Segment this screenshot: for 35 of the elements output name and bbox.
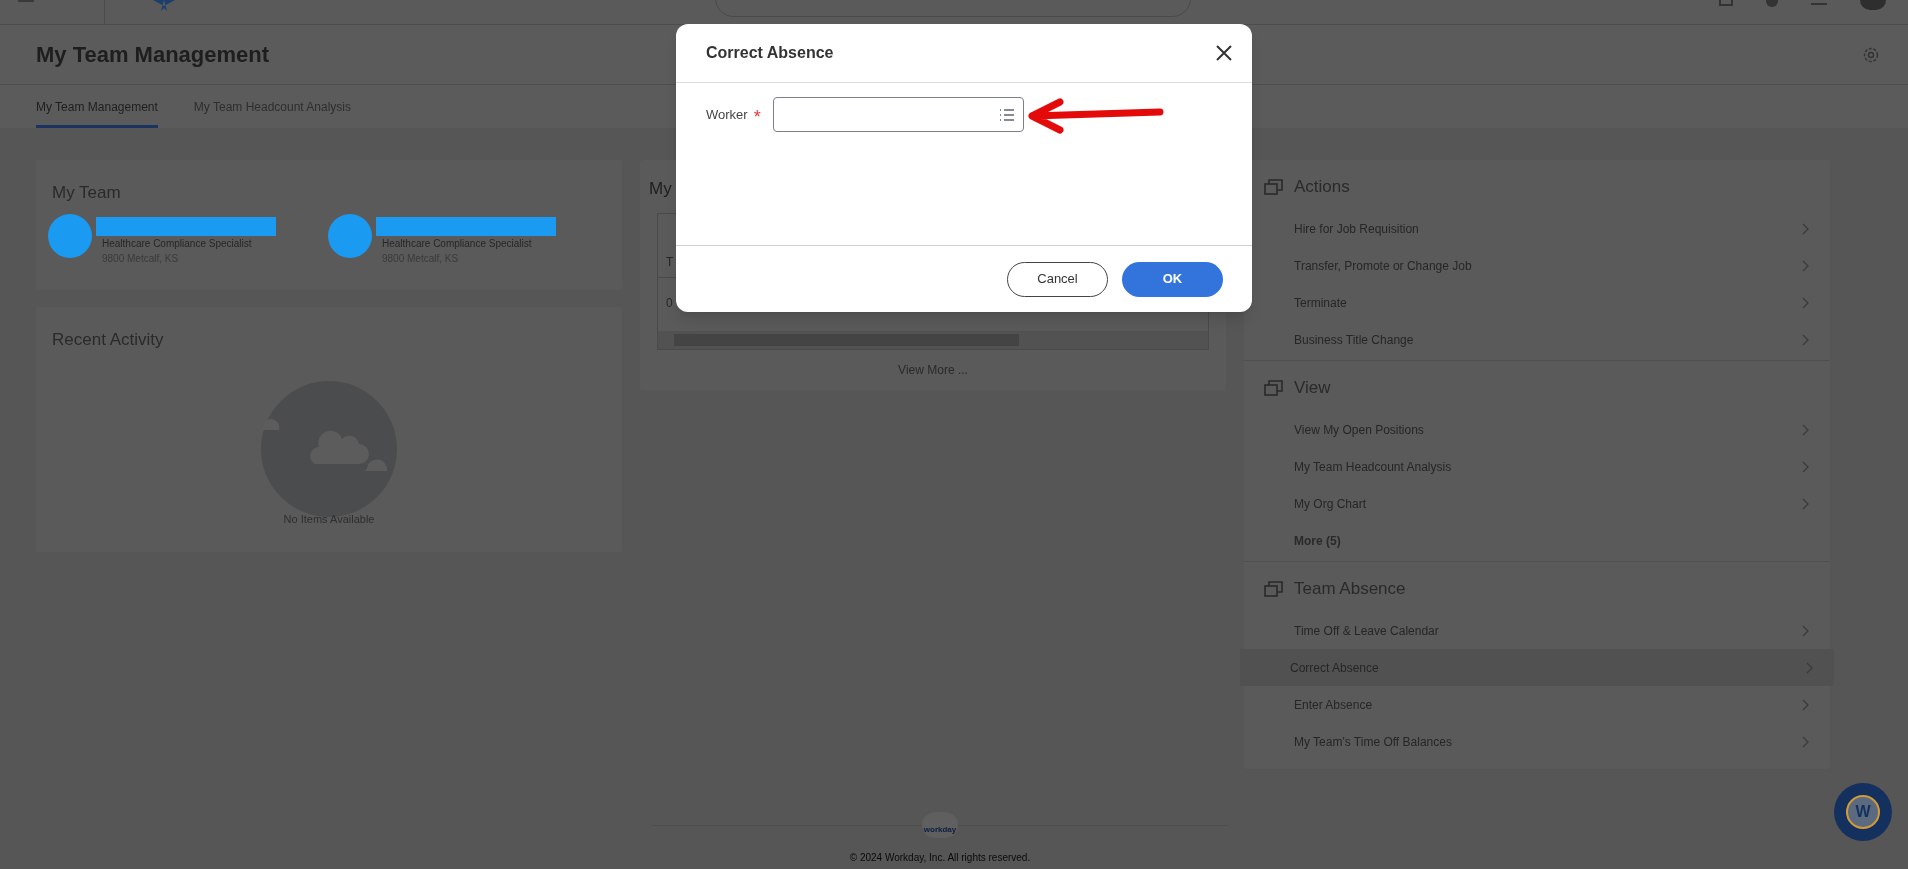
chevron-right-icon bbox=[1802, 222, 1810, 235]
inbox-icon[interactable] bbox=[1719, 0, 1733, 6]
page-title: My Team Management bbox=[36, 41, 270, 69]
chevron-right-icon bbox=[1802, 423, 1810, 436]
apps-icon[interactable] bbox=[1811, 0, 1827, 5]
chevron-right-icon bbox=[1802, 698, 1810, 711]
close-icon[interactable] bbox=[1216, 45, 1232, 61]
star-logo-icon[interactable] bbox=[153, 0, 175, 11]
list-icon[interactable] bbox=[998, 108, 1015, 121]
card-title: My bbox=[648, 178, 673, 200]
chevron-right-icon bbox=[1802, 460, 1810, 473]
ok-button[interactable]: OK bbox=[1122, 261, 1223, 297]
cancel-button[interactable]: Cancel bbox=[1007, 261, 1108, 297]
windows-icon bbox=[1264, 380, 1283, 396]
chevron-right-icon bbox=[1802, 497, 1810, 510]
chevron-right-icon bbox=[1802, 296, 1810, 309]
dialog-title: Correct Absence bbox=[706, 43, 834, 63]
tab[interactable]: My Team Management bbox=[36, 85, 158, 128]
avatar[interactable] bbox=[48, 213, 92, 258]
settings-icon[interactable] bbox=[1862, 45, 1880, 64]
chat-button[interactable]: W bbox=[1834, 783, 1892, 841]
worker-input-field[interactable] bbox=[772, 97, 1024, 132]
chevron-right-icon bbox=[1802, 735, 1810, 748]
notification-icon[interactable] bbox=[1766, 0, 1778, 7]
required-mark: * bbox=[753, 105, 761, 126]
chevron-right-icon bbox=[1802, 624, 1810, 637]
chevron-right-icon bbox=[1802, 259, 1810, 272]
avatar[interactable] bbox=[328, 213, 372, 258]
copyright-text: © 2024 Workday, Inc. All rights reserved. bbox=[849, 851, 1031, 865]
workday-logo: workday bbox=[922, 812, 958, 838]
avatar-icon[interactable] bbox=[1860, 0, 1886, 10]
windows-icon bbox=[1264, 179, 1283, 195]
windows-icon bbox=[1264, 581, 1283, 597]
chevron-right-icon bbox=[1802, 333, 1810, 346]
field-label: Worker bbox=[706, 105, 748, 124]
